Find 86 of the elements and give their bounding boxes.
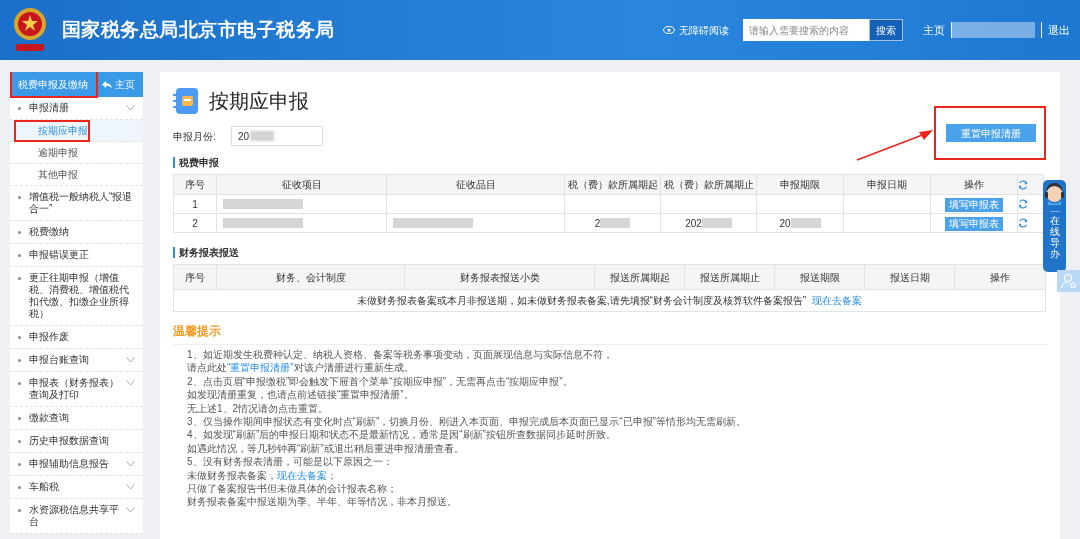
redacted-block	[250, 131, 275, 141]
table-cell-text: 2	[594, 216, 601, 231]
back-arrow-icon	[102, 80, 112, 89]
bullet-icon	[18, 486, 21, 489]
bullet-icon	[18, 196, 21, 199]
sidebar-item[interactable]: 申报台账查询	[10, 349, 143, 372]
refresh-icon[interactable]	[1018, 218, 1028, 228]
bullet-icon	[18, 417, 21, 420]
column-header: 税（费）款所属期止	[660, 174, 757, 195]
month-label: 申报月份:	[173, 129, 217, 144]
sidebar-item[interactable]: 税费缴纳	[10, 221, 143, 244]
bullet-icon	[18, 463, 21, 466]
column-header: 税（费）款所属期起	[564, 174, 661, 195]
tip-line: 2、点击页眉“申报缴税”即会触发下屉首个菜单“按期应申报”，无需再点击“按期应申报”。	[187, 374, 574, 389]
search-button[interactable]: 搜索	[869, 19, 903, 41]
tip-line: 无上述1、2情况请勿点击重置。	[187, 401, 330, 416]
user-star-icon	[1060, 273, 1077, 289]
accessibility-link[interactable]: 无障碍阅读	[663, 22, 729, 38]
online-help-tab[interactable]: 在线导办	[1043, 180, 1066, 272]
refresh-icon[interactable]	[1018, 199, 1028, 209]
tip-line: 财务报表备案中报送期为季、半年、年等情况，非本月报送。	[187, 495, 458, 509]
column-header: 报送期限	[774, 264, 865, 290]
register-link[interactable]: 现在去备案	[812, 293, 863, 308]
column-header: 序号	[173, 174, 217, 195]
tip-link[interactable]: 现在去备案	[277, 469, 327, 481]
home-link[interactable]: 主页	[923, 21, 945, 39]
tip-line: 5、没有财务报表清册，可能是以下原因之一：	[187, 455, 394, 469]
section-title: 税费申报	[173, 157, 1047, 168]
month-field[interactable]: 20	[231, 126, 323, 146]
column-header: 财务、会计制度	[216, 264, 405, 290]
tip-line: 只做了备案报告书但未做具体的会计报表名称；	[187, 482, 398, 496]
column-header: 报送所属期起	[594, 264, 685, 290]
sidebar-item[interactable]: 申报作废	[10, 326, 143, 349]
column-header: 征收品目	[386, 174, 565, 195]
column-header: 申报日期	[843, 174, 931, 195]
sidebar-item[interactable]: 申报错误更正	[10, 244, 143, 267]
column-header: 报送所属期止	[684, 264, 775, 290]
column-header: 报送日期	[864, 264, 955, 290]
tip-line: 未做财务报表备案，现在去备案；	[187, 468, 338, 483]
bullet-icon	[18, 231, 21, 234]
tip-line: 3、仅当操作期间申报状态有变化时点“刷新”，切换月份、刚进入本页面、申报完成后本页面已显示“已申报”等情形均无需刷新。	[187, 415, 747, 429]
column-header: 序号	[173, 264, 217, 290]
column-header: 操作	[954, 264, 1046, 290]
tip-line: 如发现清册重复，也请点前述链接“重置申报清册”。	[187, 388, 415, 402]
tip-link[interactable]: “重置申报清册”	[227, 362, 294, 374]
sidebar-item[interactable]: 申报辅助信息报告	[10, 453, 143, 476]
table-cell-text: 202	[685, 216, 702, 231]
column-header: 财务报表报送小类	[404, 264, 595, 290]
sidebar-item[interactable]: 水资源税信息共享平台	[10, 499, 143, 534]
sidebar-subitem[interactable]: 逾期申报	[10, 142, 143, 164]
refresh-icon[interactable]	[1018, 179, 1028, 190]
bullet-icon	[18, 336, 21, 339]
site-title: 国家税务总局北京市电子税务局	[62, 17, 335, 42]
sidebar-item[interactable]: 历史申报数据查询	[10, 430, 143, 453]
bullet-icon	[18, 254, 21, 257]
empty-message: 未做财务报表备案或本月非报送期，如未做财务报表备案,请先填报“财务会计制度及核算软件备案报告”	[356, 294, 807, 308]
bullet-icon	[18, 440, 21, 443]
document-icon	[173, 87, 199, 115]
logout-link[interactable]: 退出	[1041, 21, 1070, 39]
bullet-icon	[18, 359, 21, 362]
search-field[interactable]: 请输入需要搜索的内容	[743, 19, 869, 41]
tip-line: 4、如发现“刷新”后的申报日期和状态不是最新情况，通常是因“刷新”按钮所查数据同步延时所致。	[187, 428, 617, 442]
agent-avatar-icon	[1045, 183, 1064, 205]
sidebar-subitem[interactable]: 其他申报	[10, 164, 143, 186]
sidebar-title: 税费申报及缴纳	[18, 78, 88, 92]
tips-title: 温馨提示	[173, 322, 1047, 345]
table-cell-text: 2	[192, 216, 198, 231]
column-header: 征收项目	[216, 174, 387, 195]
eye-icon	[663, 26, 675, 34]
sidebar-item[interactable]: 车船税	[10, 476, 143, 499]
table-cell-text: 20	[779, 216, 791, 231]
column-header: 申报期限	[756, 174, 844, 195]
tip-line: 1、如近期发生税费种认定、纳税人资格、备案等税务事项变动，页面展现信息与实际信息不符，	[187, 348, 614, 362]
tip-line: 如遇此情况，等几秒钟再“刷新”或退出稍后重进申报清册查看。	[187, 441, 465, 456]
sidebar-item[interactable]: 增值税一般纳税人“报退合一”	[10, 186, 143, 221]
bullet-icon	[18, 509, 21, 512]
column-header: 操作	[930, 174, 1018, 195]
bullet-icon	[18, 382, 21, 385]
sidebar-item[interactable]: 申报表（财务报表）查询及打印	[10, 372, 143, 407]
sidebar-item[interactable]: 缴款查询	[10, 407, 143, 430]
page-title: 按期应申报	[209, 89, 309, 114]
tip-line: 请点此处“重置申报清册”对该户清册进行重新生成。	[187, 361, 415, 375]
table-cell-text: 1	[192, 197, 198, 212]
sidebar-item[interactable]: 更正往期申报（增值税、消费税、增值税代扣代缴、扣缴企业所得税）	[10, 267, 143, 326]
bullet-icon	[18, 107, 21, 110]
bullet-icon	[18, 277, 21, 280]
